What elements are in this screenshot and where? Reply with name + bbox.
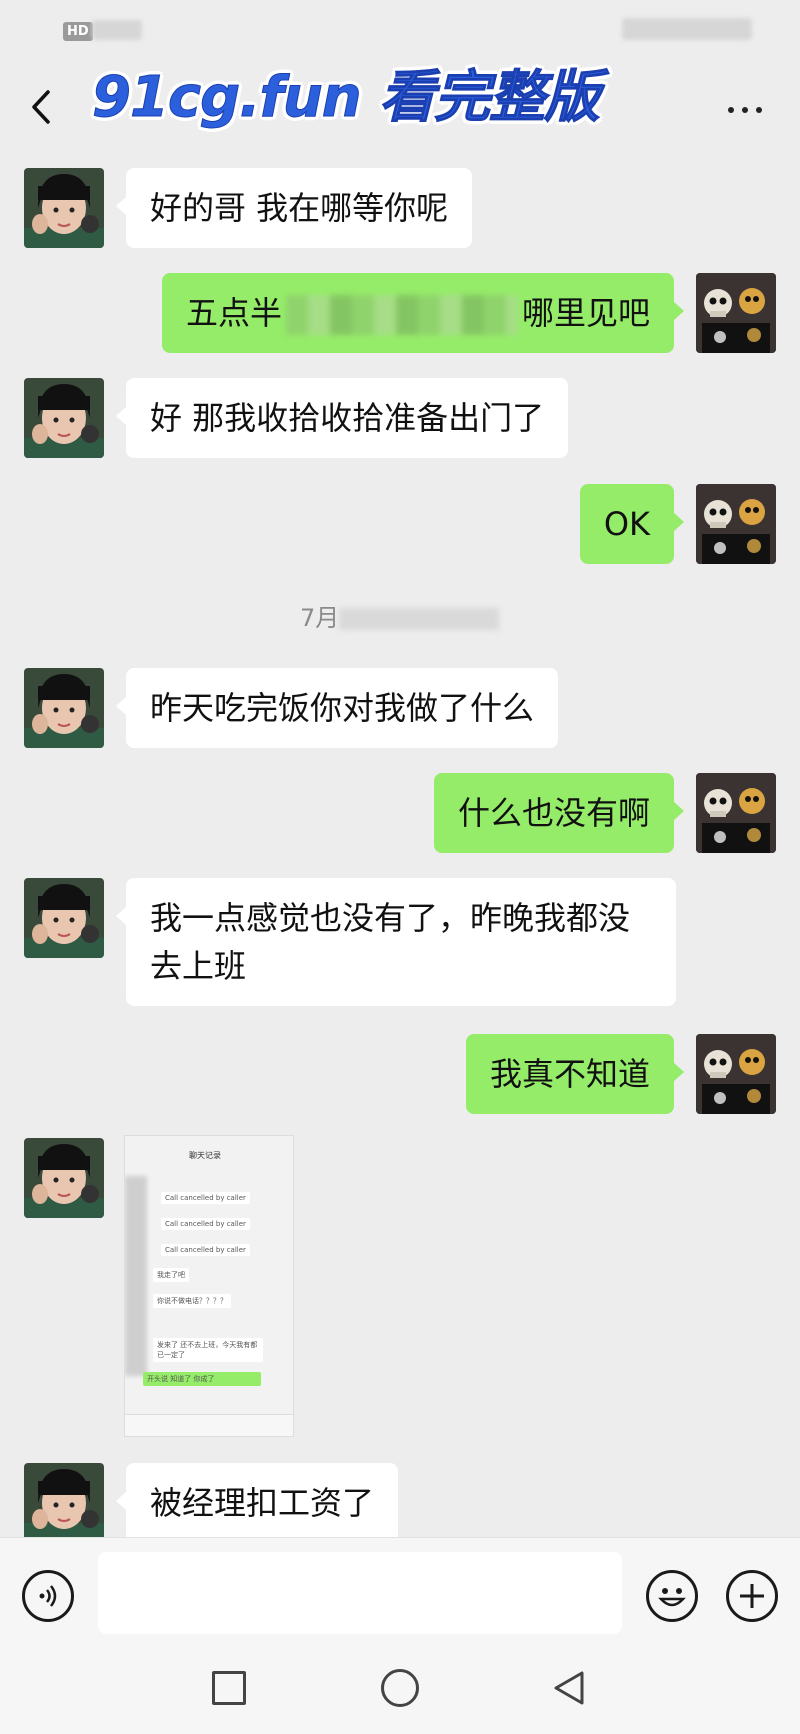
contact-avatar[interactable] <box>24 1138 104 1218</box>
input-bar <box>0 1537 800 1647</box>
image-message[interactable]: 聊天记录 Call cancelled by caller Call cance… <box>124 1135 294 1437</box>
image-line: Call cancelled by caller <box>161 1218 250 1230</box>
message-bubble[interactable]: OK <box>579 484 685 564</box>
more-icon <box>728 107 734 113</box>
emoji-button[interactable] <box>646 1570 698 1622</box>
image-title: 聊天记录 <box>189 1151 221 1160</box>
watermark: 91cg.fun 看完整版 <box>91 65 600 131</box>
message-bubble[interactable]: 昨天吃完饭你对我做了什么 <box>115 668 559 748</box>
image-line: 开头说 知道了 你成了 <box>143 1372 261 1386</box>
message-input[interactable] <box>98 1552 622 1634</box>
contact-avatar[interactable] <box>24 668 104 748</box>
home-button[interactable] <box>381 1669 419 1707</box>
voice-icon <box>39 1585 57 1607</box>
status-bar: HD <box>0 0 800 60</box>
image-line: Call cancelled by caller <box>161 1192 250 1204</box>
message-text-start: 五点半 <box>185 294 282 332</box>
plus-icon <box>740 1584 764 1608</box>
redacted-text <box>285 295 518 335</box>
message-bubble[interactable]: 好 那我收拾收拾准备出门了 <box>115 378 569 458</box>
message-bubble[interactable]: 好的哥 我在哪等你呢 <box>115 168 473 248</box>
voice-button[interactable] <box>22 1570 74 1622</box>
image-input-bar <box>125 1414 293 1436</box>
contact-avatar[interactable] <box>24 878 104 958</box>
image-line: 我走了吧 <box>153 1268 189 1282</box>
timestamp: 7月 <box>300 598 500 633</box>
message-bubble[interactable]: 我一点感觉也没有了，昨晚我都没去上班 <box>116 878 676 1006</box>
message-text-end: 哪里见吧 <box>521 294 650 332</box>
hd-badge: HD <box>63 22 93 41</box>
more-options-button[interactable] <box>724 100 770 120</box>
recents-button[interactable] <box>212 1671 246 1705</box>
timestamp-blur <box>339 608 500 630</box>
system-nav-bar <box>0 1647 800 1734</box>
smiley-icon <box>658 1588 686 1607</box>
message-bubble[interactable]: 五点半 哪里见吧 <box>161 273 685 353</box>
contact-avatar[interactable] <box>24 168 104 248</box>
message-bubble[interactable]: 被经理扣工资了 <box>115 1463 399 1543</box>
self-avatar[interactable] <box>696 773 776 853</box>
status-blur-left <box>92 20 142 40</box>
image-line: 发来了 还不去上班，今天我有都 已一定了 <box>153 1338 263 1362</box>
self-avatar[interactable] <box>696 1034 776 1114</box>
message-bubble[interactable]: 我真不知道 <box>465 1034 685 1114</box>
self-avatar[interactable] <box>696 273 776 353</box>
timestamp-month: 7月 <box>300 604 340 632</box>
image-line: 你说不做电话？？？？ <box>153 1294 231 1308</box>
image-line: Call cancelled by caller <box>161 1244 250 1256</box>
back-button[interactable] <box>22 82 62 132</box>
chevron-left-icon <box>32 90 50 124</box>
self-avatar[interactable] <box>696 484 776 564</box>
contact-avatar[interactable] <box>24 378 104 458</box>
message-bubble[interactable]: 什么也没有啊 <box>433 773 685 853</box>
nav-back-icon[interactable] <box>552 1669 586 1707</box>
status-blur-right <box>622 18 752 40</box>
contact-avatar[interactable] <box>24 1463 104 1543</box>
image-blur <box>125 1176 147 1376</box>
more-functions-button[interactable] <box>726 1570 778 1622</box>
